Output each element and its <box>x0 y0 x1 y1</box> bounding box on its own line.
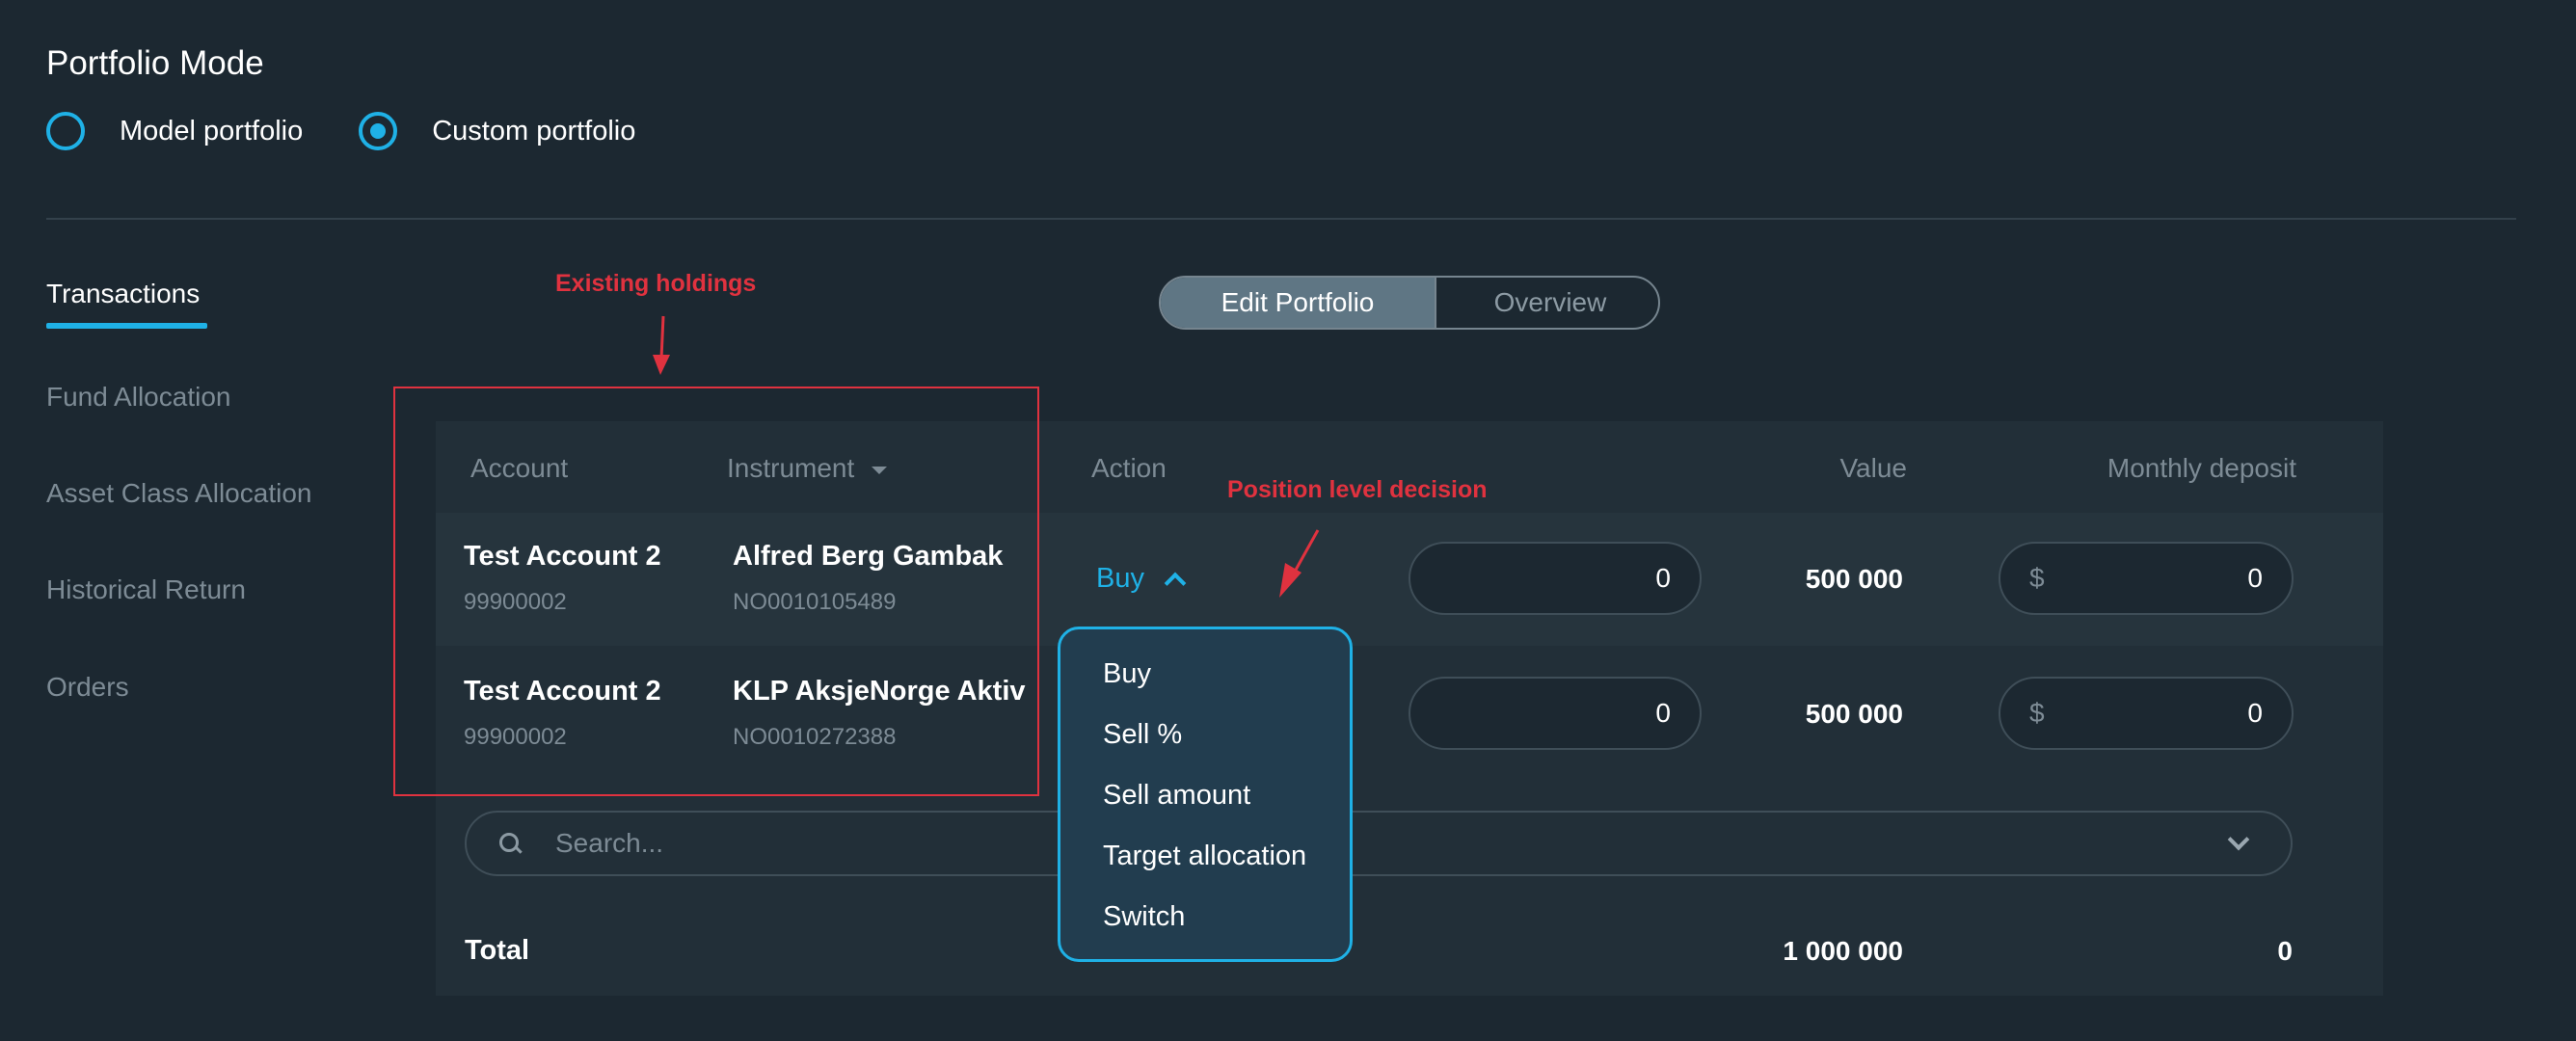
annotation-arrows <box>653 315 1320 598</box>
annotation-arrow-down-icon <box>653 315 670 375</box>
annotation-arrow-diagonal-icon <box>1279 529 1320 598</box>
